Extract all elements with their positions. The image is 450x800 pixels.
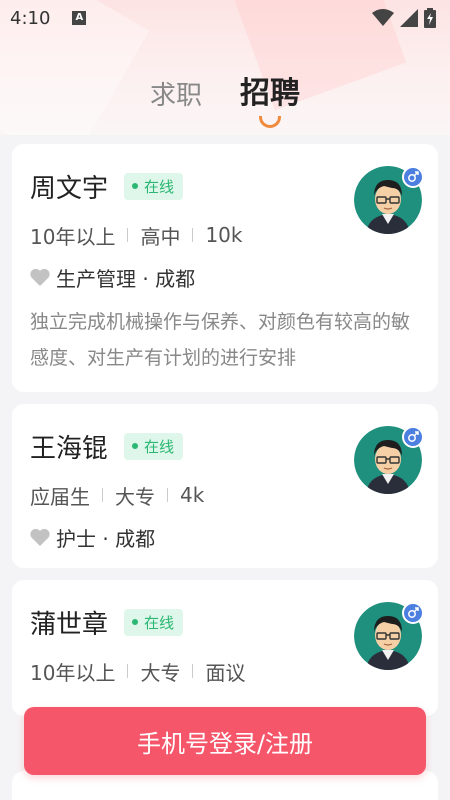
online-dot-icon — [132, 443, 139, 449]
status-badge: 在线 — [124, 172, 184, 200]
desired-job: 护士 · 成都 — [30, 522, 420, 552]
male-icon — [402, 602, 424, 624]
online-dot-icon — [132, 619, 139, 625]
male-icon — [402, 426, 424, 448]
status-bar: 4:10 A — [0, 0, 450, 36]
education: 大专 — [140, 660, 181, 685]
signal-icon — [400, 9, 418, 27]
male-icon — [402, 166, 424, 188]
top-tabs: 求职 招聘 — [0, 68, 450, 128]
salary: 面议 — [205, 660, 246, 685]
candidate-name: 蒲世章 — [30, 609, 109, 640]
experience: 应届生 — [30, 484, 90, 509]
salary: 10k — [205, 223, 243, 247]
tab-recruiting[interactable]: 招聘 — [240, 68, 300, 128]
candidate-card[interactable]: 王海锟 在线 应届生 大专 4k 护士 · 成都 — [12, 404, 438, 568]
status-icons — [372, 8, 436, 28]
avatar — [354, 602, 424, 670]
heart-icon — [30, 268, 50, 286]
job-location: 护士 · 成都 — [56, 526, 156, 551]
status-label: 在线 — [144, 437, 175, 456]
divider — [127, 664, 129, 678]
job-location: 生产管理 · 成都 — [56, 266, 196, 291]
candidate-list: 周文宇 在线 10年以上 高中 10k 生产管理 · 成都 独立完成机械操作与保… — [12, 144, 438, 728]
candidate-name: 王海锟 — [30, 433, 109, 464]
status-label: 在线 — [144, 613, 175, 632]
status-label: 在线 — [144, 177, 175, 196]
divider — [127, 228, 129, 242]
divider — [192, 664, 194, 678]
candidate-name: 周文宇 — [30, 173, 109, 204]
education: 大专 — [115, 484, 155, 509]
experience: 10年以上 — [30, 660, 116, 685]
divider — [102, 488, 103, 502]
heart-icon — [30, 528, 50, 546]
salary: 4k — [180, 483, 205, 507]
candidate-card[interactable]: 周文宇 在线 10年以上 高中 10k 生产管理 · 成都 独立完成机械操作与保… — [12, 144, 438, 392]
avatar — [354, 166, 424, 234]
candidate-card[interactable]: 蒲世章 在线 10年以上 大专 面议 — [12, 580, 438, 716]
phone-login-register-button[interactable]: 手机号登录/注册 — [24, 707, 426, 775]
battery-icon — [424, 8, 436, 28]
next-candidate-card — [12, 771, 438, 800]
avatar — [354, 426, 424, 494]
status-time: 4:10 — [10, 7, 51, 29]
wifi-icon — [372, 9, 394, 26]
tab-recruiting-label: 招聘 — [240, 76, 300, 111]
a-icon: A — [72, 11, 87, 25]
online-dot-icon — [132, 183, 139, 189]
desired-job: 生产管理 · 成都 — [30, 262, 420, 292]
experience: 10年以上 — [30, 224, 116, 249]
candidate-description: 独立完成机械操作与保养、对颜色有较高的敏感度、对生产有计划的进行安排 — [30, 311, 411, 369]
status-badge: 在线 — [124, 608, 184, 636]
divider — [192, 228, 194, 242]
education: 高中 — [140, 224, 181, 249]
status-badge: 在线 — [124, 432, 184, 460]
tab-job-seeking[interactable]: 求职 — [150, 75, 202, 118]
divider — [167, 488, 168, 502]
